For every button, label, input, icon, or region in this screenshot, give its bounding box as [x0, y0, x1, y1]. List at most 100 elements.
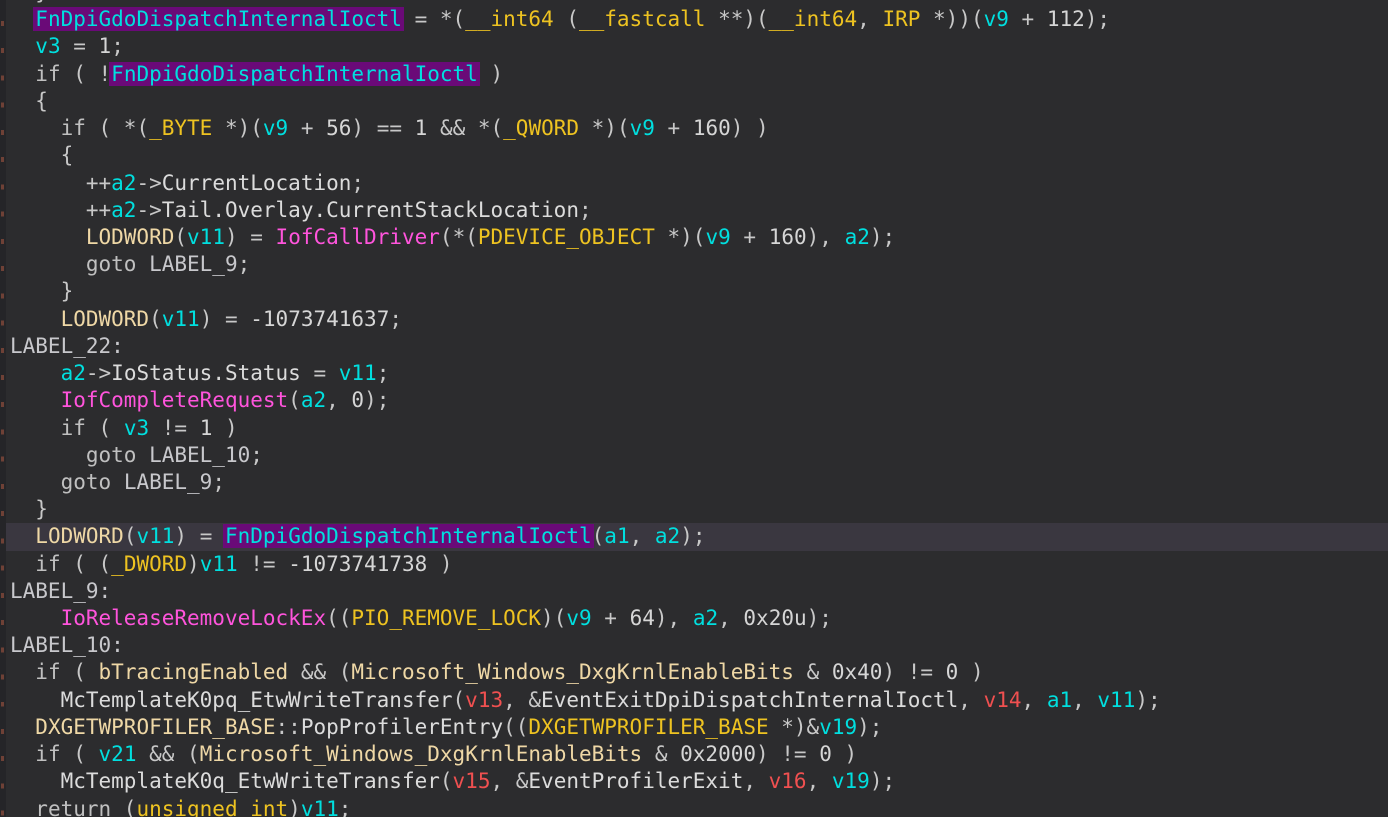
code-token[interactable]: IoStatus.Status [111, 361, 301, 385]
code-token[interactable] [10, 7, 35, 31]
code-token[interactable]: ); [1135, 688, 1160, 712]
code-token[interactable]: v11 [187, 225, 225, 249]
code-token[interactable]: && ( [136, 742, 199, 766]
code-token[interactable]: IofCompleteRequest [61, 388, 289, 412]
code-line[interactable]: goto LABEL_9; [6, 469, 1388, 496]
code-token[interactable]: & [794, 660, 832, 684]
code-token[interactable]: ( [174, 225, 187, 249]
code-token[interactable]: ) = [225, 225, 276, 249]
code-token[interactable] [10, 606, 61, 630]
code-token[interactable]: -> [136, 171, 161, 195]
code-token[interactable] [10, 470, 61, 494]
code-token[interactable]: v3 [35, 34, 60, 58]
code-token[interactable]: v11 [1097, 688, 1135, 712]
code-token[interactable] [10, 416, 61, 440]
code-token[interactable]: __int64 [465, 7, 554, 31]
code-token[interactable]: a2 [301, 388, 326, 412]
code-token[interactable]: ) [212, 416, 237, 440]
code-token[interactable]: , [630, 524, 655, 548]
code-token[interactable]: IofCallDriver [276, 225, 440, 249]
code-token[interactable]: + [592, 606, 630, 630]
code-token[interactable]: PopProfilerEntry [301, 715, 503, 739]
code-token[interactable] [10, 443, 86, 467]
code-line[interactable]: { [6, 142, 1388, 169]
code-token[interactable]: :: [276, 715, 301, 739]
code-token[interactable]: ; [212, 470, 225, 494]
code-token[interactable]: IRP [882, 7, 920, 31]
code-token[interactable]: ); [680, 524, 705, 548]
code-token[interactable]: -> [86, 361, 111, 385]
code-token[interactable]: v9 [984, 7, 1009, 31]
code-line[interactable]: McTemplateK0q_EtwWriteTransfer(v15, &Eve… [6, 768, 1388, 795]
code-token[interactable] [10, 34, 35, 58]
code-token[interactable]: *)( [212, 116, 263, 140]
code-token[interactable]: LABEL_9 [149, 252, 238, 276]
code-token[interactable]: 112 [1047, 7, 1085, 31]
code-token[interactable]: a1 [1047, 688, 1072, 712]
code-token[interactable]: , [857, 7, 882, 31]
code-token[interactable]: , [1022, 688, 1047, 712]
code-line[interactable]: if ( *(_BYTE *)(v9 + 56) == 1 && *(_QWOR… [6, 115, 1388, 142]
code-token[interactable]: ++ [10, 171, 111, 195]
code-token[interactable]: ( [149, 307, 162, 331]
highlighted-identifier[interactable]: FnDpiGdoDispatchInternalIoctl [225, 524, 592, 548]
code-token[interactable]: LABEL_9: [10, 579, 111, 603]
code-token[interactable]: && *( [427, 116, 503, 140]
code-token[interactable] [10, 552, 35, 576]
code-token[interactable] [10, 660, 35, 684]
code-token[interactable]: LABEL_9 [124, 470, 213, 494]
code-token[interactable]: & [642, 742, 680, 766]
code-token[interactable]: , [807, 769, 832, 793]
code-token[interactable]: { [10, 143, 73, 167]
code-token[interactable]: ); [870, 225, 895, 249]
code-token[interactable]: ) [832, 742, 857, 766]
code-line[interactable]: a2->IoStatus.Status = v11; [6, 360, 1388, 387]
code-line[interactable]: DXGETWPROFILER_BASE::PopProfilerEntry((D… [6, 714, 1388, 741]
code-token[interactable]: LODWORD [61, 307, 150, 331]
code-token[interactable]: ( [61, 742, 99, 766]
code-token[interactable]: ( [86, 416, 124, 440]
code-token[interactable]: goto [61, 470, 112, 494]
code-token[interactable] [10, 524, 35, 548]
code-token[interactable]: *)( [655, 225, 706, 249]
code-token[interactable]: __fastcall [579, 7, 705, 31]
code-token[interactable]: = *( [402, 7, 465, 31]
code-token[interactable]: v11 [136, 524, 174, 548]
code-token[interactable]: v11 [162, 307, 200, 331]
code-token[interactable]: goto [86, 443, 137, 467]
code-token[interactable]: v19 [832, 769, 870, 793]
code-token[interactable]: + [731, 225, 769, 249]
code-token[interactable]: v11 [301, 797, 339, 817]
code-token[interactable]: if [61, 416, 86, 440]
code-token[interactable]: a2 [655, 524, 680, 548]
code-token[interactable]: ( [124, 524, 137, 548]
code-token[interactable]: ( [288, 388, 301, 412]
code-token[interactable]: ++ [10, 198, 111, 222]
code-line[interactable]: LODWORD(v11) = -1073741637; [6, 306, 1388, 333]
code-line[interactable]: ++a2->CurrentLocation; [6, 170, 1388, 197]
code-token[interactable]: && ( [288, 660, 351, 684]
code-line[interactable]: } [6, 496, 1388, 523]
code-token[interactable]: goto [86, 252, 137, 276]
code-token[interactable]: 160 [693, 116, 731, 140]
code-token[interactable]: ) [958, 660, 983, 684]
pseudocode-listing[interactable]: } FnDpiGdoDispatchInternalIoctl = *(__in… [6, 0, 1388, 817]
code-token[interactable]: 0x2000 [680, 742, 756, 766]
code-token[interactable]: ) [478, 62, 503, 86]
code-token[interactable]: a1 [604, 524, 629, 548]
code-token[interactable]: ; [238, 252, 251, 276]
code-token[interactable]: ; [579, 198, 592, 222]
code-token[interactable]: ) != [882, 660, 945, 684]
code-token[interactable]: **)( [705, 7, 768, 31]
code-token[interactable]: = [61, 34, 99, 58]
code-token[interactable]: ( [592, 524, 605, 548]
code-token[interactable]: ) [427, 552, 452, 576]
code-line[interactable]: if ( (_DWORD)v11 != -1073741738 ) [6, 551, 1388, 578]
code-line[interactable]: ++a2->Tail.Overlay.CurrentStackLocation; [6, 197, 1388, 224]
code-token[interactable]: (( [503, 715, 528, 739]
code-token[interactable]: 1 [200, 416, 213, 440]
code-token[interactable]: 160 [769, 225, 807, 249]
code-line[interactable]: { [6, 88, 1388, 115]
code-token[interactable]: DXGETWPROFILER_BASE [528, 715, 768, 739]
code-token[interactable]: ), [807, 225, 845, 249]
